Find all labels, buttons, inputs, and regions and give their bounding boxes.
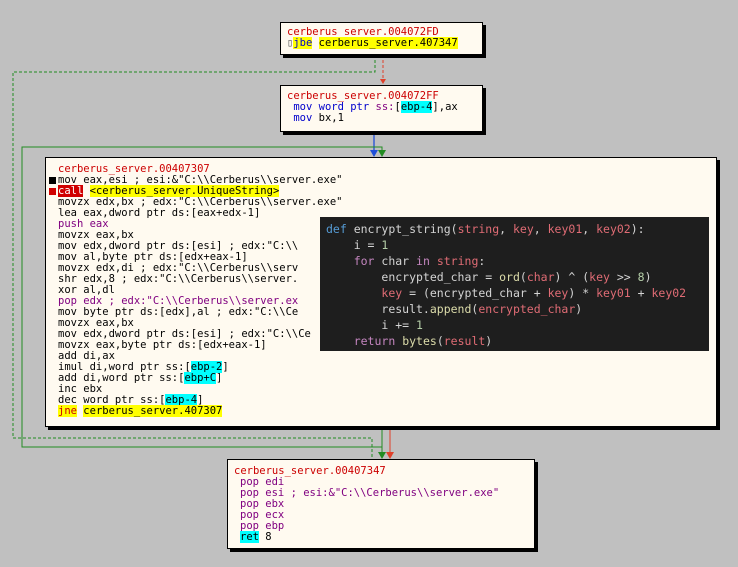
mnemonic: jne	[58, 405, 77, 417]
breakpoint-marker[interactable]	[49, 188, 56, 195]
number: 8	[637, 270, 645, 284]
operand-highlight: ebp-4	[400, 101, 433, 113]
param: key01	[596, 286, 631, 300]
param: string	[457, 222, 500, 236]
graph-node-004072FF[interactable]: cerberus_server.004072FF mov word ptr ss…	[280, 85, 483, 132]
param: key	[381, 286, 403, 300]
param: char	[526, 270, 555, 284]
param: result	[443, 334, 486, 348]
builtin: ord	[499, 270, 520, 284]
graph-node-004072FD[interactable]: cerberus_server.004072FD ▯jbe cerberus_s…	[280, 22, 483, 55]
operand: 8	[258, 531, 272, 543]
builtin: bytes	[402, 334, 437, 348]
code-text: :	[478, 254, 486, 268]
code-text: >>	[609, 270, 638, 284]
operand-highlight: ebp+C	[184, 372, 217, 384]
mnemonic: jbe	[293, 37, 313, 49]
method: append	[429, 302, 472, 316]
code-line: result.append(encrypted_char)	[381, 302, 583, 316]
code-text: )	[644, 270, 652, 284]
breakpoint-marker[interactable]	[49, 177, 56, 184]
number: 1	[381, 238, 389, 252]
mnemonic: mov	[293, 112, 313, 124]
param: key	[589, 270, 610, 284]
code-line: return bytes(result)	[353, 334, 493, 348]
param: key	[512, 222, 534, 236]
segment: ss:	[375, 101, 395, 113]
keyword: def	[326, 222, 347, 236]
code-text: ) *	[568, 286, 597, 300]
jump-target[interactable]: cerberus_server.407307	[83, 405, 223, 417]
keyword: return	[353, 334, 396, 348]
code-text: ) ^ (	[554, 270, 590, 284]
instruction-row[interactable]: ▯jbe cerberus_server.407347	[287, 37, 476, 49]
number: 1	[416, 318, 423, 332]
function-name: encrypt_string	[346, 222, 451, 236]
graph-node-00407347[interactable]: cerberus_server.00407347 pop edi pop esi…	[227, 459, 535, 549]
param: key02	[596, 222, 631, 236]
instruction-row[interactable]: pop ebp	[234, 521, 528, 532]
code-line: i = 1	[326, 237, 703, 253]
arrow-node2	[380, 79, 386, 84]
instruction-row[interactable]: mov bx,1	[287, 113, 476, 124]
code-text: i =	[353, 238, 382, 252]
paren: (	[450, 222, 458, 236]
code-text: result.	[381, 302, 430, 316]
code-line: def encrypt_string(string, key, key01, k…	[326, 222, 645, 236]
param: key02	[651, 286, 687, 300]
keyword: for	[353, 254, 375, 268]
code-text: = (encrypted_char +	[402, 286, 548, 300]
code-line: for char in string:	[326, 253, 703, 269]
arrow-node4-red	[386, 452, 394, 459]
arrow-node3-green	[378, 150, 386, 157]
arrow-node4-green	[378, 452, 386, 459]
param: string	[436, 254, 479, 268]
operand-rest: ,ax	[438, 101, 458, 113]
param: encrypted_char	[478, 302, 576, 316]
python-code-overlay: def encrypt_string(string, key, key01, k…	[320, 217, 709, 351]
code-line: key = (encrypted_char + key) * key01 + k…	[326, 285, 703, 301]
keyword: in	[416, 254, 430, 268]
code-text: encrypted_char =	[381, 270, 500, 284]
code-text: i +=	[381, 318, 417, 332]
code-line: encrypted_char = ord(char) ^ (key >> 8)	[381, 270, 652, 284]
instruction-row[interactable]: jne cerberus_server.407307	[58, 405, 710, 417]
instruction-row[interactable]: add di,word ptr ss:[ebp+C]	[58, 372, 710, 384]
arrow-node3-blue	[370, 150, 378, 157]
param: key	[547, 286, 569, 300]
code-line: i += 1	[326, 317, 703, 333]
instruction-row[interactable]: ret 8	[234, 531, 528, 543]
paren: ):	[630, 222, 645, 236]
jump-target[interactable]: cerberus_server.407347	[318, 37, 458, 49]
code-text: +	[630, 286, 652, 300]
operand-rest: bx,1	[312, 112, 344, 124]
param: key01	[547, 222, 583, 236]
code-text: char	[374, 254, 417, 268]
mnemonic: ret	[240, 531, 259, 543]
